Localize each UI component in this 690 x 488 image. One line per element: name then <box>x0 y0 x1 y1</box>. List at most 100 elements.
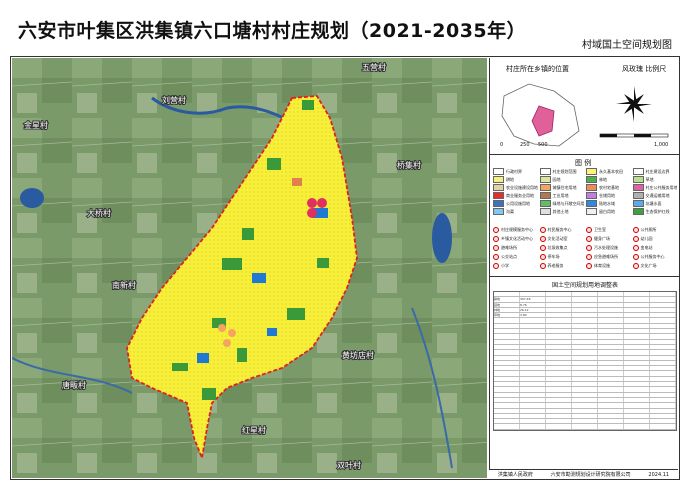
legend-label: 园地 <box>552 176 561 182</box>
table-cell <box>546 307 572 313</box>
symbol-label: 垃圾收集点 <box>547 244 568 250</box>
legend-swatch <box>586 168 597 175</box>
table-cell <box>494 334 520 339</box>
facility-icon <box>586 244 592 251</box>
facility-icon <box>539 235 546 242</box>
table-cell: 草地 <box>494 313 520 318</box>
table-cell: 耕地 <box>494 297 520 302</box>
symbol-item: 卫生室 <box>586 226 631 233</box>
table-cell <box>624 371 650 376</box>
legend-label: 沟渠 <box>506 208 514 214</box>
table-cell <box>572 355 598 360</box>
table-cell <box>494 292 520 297</box>
table-cell <box>624 344 650 350</box>
table-cell <box>572 382 598 387</box>
legend-label: 农村宅基地 <box>599 184 619 190</box>
table-cell <box>494 387 520 392</box>
table-cell <box>572 307 598 313</box>
symbol-label: 污水处理设施 <box>594 244 618 250</box>
table-cell <box>650 371 676 376</box>
table-cell: 26.12 <box>520 307 546 313</box>
place-label: 南新村 <box>112 280 136 290</box>
place-label: 桥集村 <box>397 160 421 170</box>
place-label: 五营村 <box>362 62 386 72</box>
symbol-item: 公共服务中心 <box>632 253 678 260</box>
facility-icon <box>632 226 639 233</box>
legend-swatch <box>539 184 551 191</box>
legend-swatch <box>586 192 597 199</box>
legend-item: 草地 <box>632 176 678 183</box>
legend-swatch <box>586 208 597 215</box>
legend-item: 其他土地 <box>539 208 585 215</box>
table-cell <box>546 318 572 323</box>
table-cell <box>520 360 546 366</box>
table-cell <box>494 323 520 329</box>
table-cell <box>572 366 598 371</box>
table-cell <box>572 419 598 424</box>
location-minimap <box>501 83 580 147</box>
symbol-item: 体育设施 <box>586 262 631 269</box>
table-cell <box>494 339 520 344</box>
reservoir <box>20 188 44 208</box>
legend-label: 村庄建设边界 <box>645 168 670 174</box>
table-cell <box>598 350 624 355</box>
table-cell <box>546 344 572 350</box>
symbol-item: 垃圾收集点 <box>539 244 585 251</box>
table-cell <box>650 429 676 430</box>
legend-swatch <box>539 208 551 215</box>
table-cell <box>494 355 520 360</box>
symbol-label: 村民服务中心 <box>547 226 572 232</box>
table-cell <box>520 413 546 419</box>
table-cell <box>572 329 598 334</box>
table-cell <box>650 387 676 392</box>
table-cell <box>520 334 546 339</box>
table-cell <box>546 408 572 413</box>
scale-label: 250 <box>520 142 530 148</box>
table-cell: 8.76 <box>520 302 546 307</box>
facility-icon <box>586 235 592 242</box>
table-cell <box>520 429 546 430</box>
legend-swatch <box>493 200 504 207</box>
table-cell <box>624 292 650 297</box>
legend-label: 草地 <box>645 176 654 182</box>
symbol-label: 文化活动室 <box>547 235 568 241</box>
symbol-label: 应急避难场所 <box>594 253 618 259</box>
symbol-item: 公交站点 <box>493 253 538 260</box>
facility-icon <box>493 262 499 269</box>
table-cell <box>572 413 598 419</box>
symbol-label: 避难场所 <box>501 244 517 250</box>
facility-icon <box>539 226 546 233</box>
legend-label: 公用设施用地 <box>506 200 530 206</box>
legend-item: 沟渠 <box>493 208 538 215</box>
table-cell <box>650 382 676 387</box>
table-cell <box>624 323 650 329</box>
table-cell <box>572 376 598 382</box>
table-cell <box>624 329 650 334</box>
facility-icon <box>539 244 546 251</box>
legend-swatch <box>632 192 644 199</box>
table-cell <box>546 387 572 392</box>
table-cell <box>598 366 624 371</box>
symbol-item: 停车场 <box>539 253 585 260</box>
table-cell <box>624 392 650 397</box>
map-view[interactable]: 刘营村 五营村 金星村 桥集村 大桥村 南新村 唐畈村 黄坊店村 红星村 双叶村 <box>12 58 487 478</box>
symbol-label: 变电站 <box>640 244 653 250</box>
place-label: 唐畈村 <box>62 380 86 390</box>
page-title: 六安市叶集区洪集镇六口塘村村庄规划（2021-2035年） <box>18 20 527 42</box>
legend-swatch <box>632 184 644 191</box>
footer-org1: 洪集镇人民政府 <box>497 472 533 478</box>
table-cell <box>598 323 624 329</box>
table-cell: 397.46 <box>520 297 546 302</box>
table-cell <box>650 392 676 397</box>
legend-item: 生态保护红线 <box>632 208 678 215</box>
table-cell <box>572 339 598 344</box>
facility-icon <box>586 226 592 233</box>
table-cell <box>624 403 650 408</box>
table-cell <box>494 329 520 334</box>
table-cell <box>520 292 546 297</box>
table-cell <box>520 344 546 350</box>
table-cell <box>650 419 676 424</box>
symbol-item: 公共厕所 <box>632 226 678 233</box>
legend-swatch <box>493 184 504 191</box>
legend-item: 陆地水域 <box>586 200 631 207</box>
